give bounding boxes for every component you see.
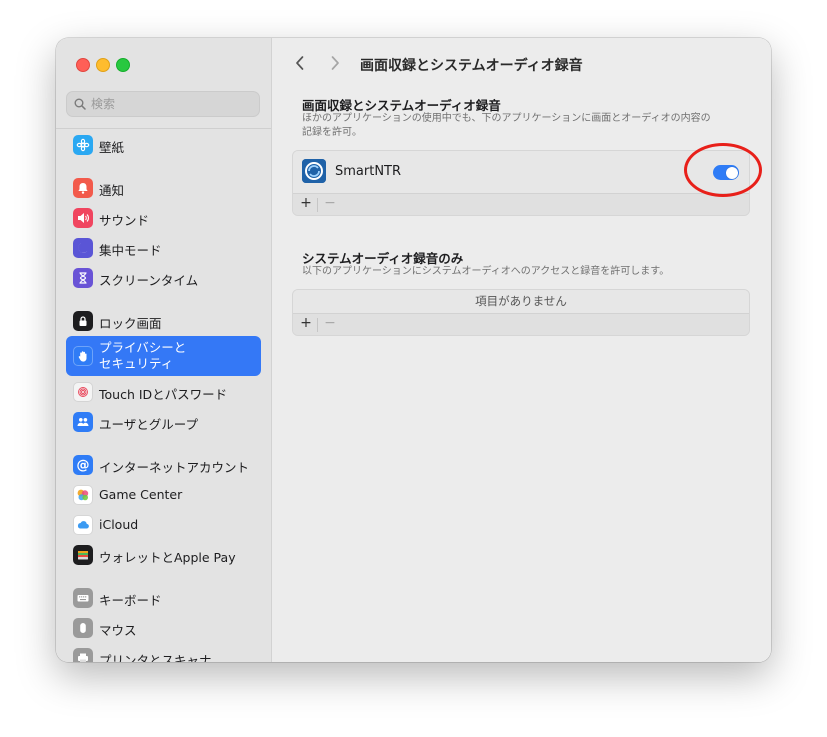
sidebar-item-label: ユーザとグループ bbox=[99, 417, 199, 432]
forward-button[interactable] bbox=[327, 54, 343, 72]
sidebar-item-internet-accounts[interactable]: @ インターネットアカウント bbox=[66, 450, 261, 480]
sidebar-item-mouse[interactable]: マウス bbox=[66, 613, 261, 643]
users-icon bbox=[73, 412, 93, 432]
wallpaper-icon bbox=[73, 135, 93, 155]
remove-button[interactable]: − bbox=[321, 195, 339, 215]
page-title: 画面収録とシステムオーディオ録音 bbox=[360, 58, 583, 74]
sidebar-item-label: プリンタとスキャナ bbox=[99, 653, 212, 662]
chevron-left-icon bbox=[296, 56, 304, 70]
sidebar-item-label: プライバシーと セキュリティ bbox=[99, 340, 187, 371]
empty-list-row: 項目がありません bbox=[293, 290, 749, 314]
wallet-icon bbox=[73, 545, 93, 565]
search-input[interactable] bbox=[91, 95, 251, 113]
sidebar-item-screen-time[interactable]: スクリーンタイム bbox=[66, 263, 261, 293]
at-icon: @ bbox=[73, 455, 93, 475]
sidebar-item-game-center[interactable]: Game Center bbox=[66, 480, 261, 510]
sidebar-item-printers[interactable]: プリンタとスキャナ bbox=[66, 643, 261, 662]
screen-recording-app-list: SmartNTR + − bbox=[292, 150, 750, 216]
sidebar-item-label: サウンド bbox=[99, 213, 150, 228]
sidebar-item-wallpaper[interactable]: 壁紙 bbox=[66, 130, 261, 160]
section-description-screen-recording: ほかのアプリケーションの使用中でも、下のアプリケーションに画面とオーディオの内容… bbox=[302, 113, 711, 138]
search-field[interactable] bbox=[66, 91, 260, 117]
sidebar-item-icloud[interactable]: iCloud bbox=[66, 510, 261, 540]
app-name: SmartNTR bbox=[335, 164, 402, 179]
divider bbox=[317, 318, 318, 332]
section-description-audio-only: 以下のアプリケーションにシステムオーディオへのアクセスと録音を許可します。 bbox=[302, 266, 670, 277]
sidebar-item-label: Touch IDとパスワード bbox=[99, 387, 228, 402]
sidebar-item-touch-id[interactable]: Touch IDとパスワード bbox=[66, 377, 261, 407]
add-button[interactable]: + bbox=[297, 315, 315, 335]
audio-only-app-list: 項目がありません + − bbox=[292, 289, 750, 336]
sidebar-item-label: 壁紙 bbox=[99, 140, 125, 155]
cloud-icon bbox=[73, 515, 93, 535]
sidebar-item-focus[interactable]: 集中モード bbox=[66, 233, 261, 263]
hand-icon bbox=[73, 346, 93, 366]
fingerprint-icon bbox=[73, 382, 93, 402]
search-icon bbox=[74, 98, 86, 110]
sidebar-item-label: ロック画面 bbox=[99, 316, 162, 331]
divider bbox=[317, 198, 318, 212]
back-button[interactable] bbox=[292, 54, 308, 72]
sidebar-item-privacy-security[interactable]: プライバシーと セキュリティ bbox=[66, 336, 261, 376]
sidebar-item-label: ウォレットとApple Pay bbox=[99, 550, 236, 565]
chevron-right-icon bbox=[331, 56, 339, 70]
sidebar-item-sound[interactable]: サウンド bbox=[66, 203, 261, 233]
sidebar: 壁紙 通知 サウンド 集中モード スクリーンタイム bbox=[56, 38, 272, 662]
sidebar-item-label: インターネットアカウント bbox=[99, 460, 250, 475]
zoom-window-button[interactable] bbox=[116, 58, 130, 72]
add-button[interactable]: + bbox=[297, 195, 315, 215]
close-window-button[interactable] bbox=[76, 58, 90, 72]
sidebar-item-label: マウス bbox=[99, 623, 137, 638]
sidebar-item-label: スクリーンタイム bbox=[99, 273, 199, 288]
lock-icon bbox=[73, 311, 93, 331]
remove-button[interactable]: − bbox=[321, 315, 339, 335]
hourglass-icon bbox=[73, 268, 93, 288]
sidebar-item-notifications[interactable]: 通知 bbox=[66, 173, 261, 203]
moon-icon bbox=[73, 238, 93, 258]
sidebar-item-label: Game Center bbox=[99, 487, 183, 502]
sidebar-item-lock-screen[interactable]: ロック画面 bbox=[66, 306, 261, 336]
sidebar-item-label: iCloud bbox=[99, 517, 139, 532]
sidebar-item-keyboard[interactable]: キーボード bbox=[66, 583, 261, 613]
empty-list-text: 項目がありません bbox=[475, 294, 567, 308]
sidebar-item-label: 集中モード bbox=[99, 243, 162, 258]
keyboard-icon bbox=[73, 588, 93, 608]
game-center-icon bbox=[73, 485, 93, 505]
mouse-icon bbox=[73, 618, 93, 638]
sidebar-item-label: キーボード bbox=[99, 593, 162, 608]
sidebar-item-label: 通知 bbox=[99, 183, 125, 198]
add-remove-bar: + − bbox=[293, 313, 749, 335]
minimize-window-button[interactable] bbox=[96, 58, 110, 72]
highlight-circle-annotation bbox=[684, 143, 762, 197]
printer-icon bbox=[73, 648, 93, 662]
list-item: SmartNTR bbox=[293, 151, 749, 193]
add-remove-bar: + − bbox=[293, 193, 749, 215]
main-content: 画面収録とシステムオーディオ録音 画面収録とシステムオーディオ録音 ほかのアプリ… bbox=[272, 38, 771, 662]
settings-window: 壁紙 通知 サウンド 集中モード スクリーンタイム bbox=[56, 38, 771, 662]
smartntr-app-icon bbox=[302, 159, 326, 183]
sidebar-item-wallet[interactable]: ウォレットとApple Pay bbox=[66, 540, 261, 570]
sidebar-divider bbox=[56, 128, 271, 129]
speaker-icon bbox=[73, 208, 93, 228]
sidebar-item-users-groups[interactable]: ユーザとグループ bbox=[66, 407, 261, 437]
bell-icon bbox=[73, 178, 93, 198]
